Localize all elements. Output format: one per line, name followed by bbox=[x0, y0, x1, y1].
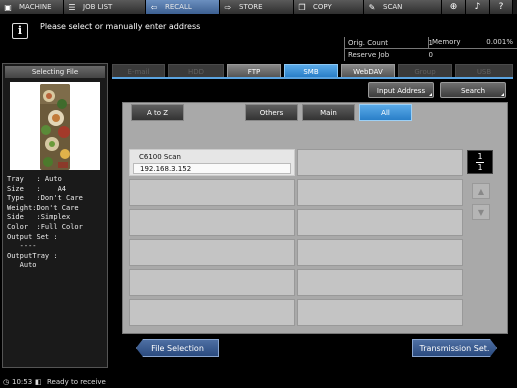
scroll-up-button[interactable]: ▲ bbox=[472, 183, 490, 199]
orig-count-label: Orig. Count bbox=[348, 38, 389, 47]
empty-address-slot bbox=[129, 179, 295, 206]
globe-icon: ⊕ bbox=[449, 2, 458, 12]
address-entry-name: C6100 Scan bbox=[139, 153, 181, 161]
nav-tab-store-label: STORE bbox=[239, 3, 263, 11]
empty-address-slot bbox=[297, 209, 463, 236]
selecting-file-title: Selecting File bbox=[5, 66, 105, 78]
nav-tab-store[interactable]: ⇨ STORE bbox=[220, 0, 294, 14]
memory-label: Memory bbox=[432, 38, 461, 46]
nav-tab-joblist-label: JOB LIST bbox=[83, 3, 113, 11]
file-properties: Tray : Auto Size : A4 Type :Don't Care W… bbox=[7, 175, 83, 270]
empty-address-slot bbox=[297, 299, 463, 326]
input-address-label: Input Address bbox=[376, 87, 426, 95]
filter-all-button[interactable]: All bbox=[359, 104, 412, 121]
help-button[interactable]: ? bbox=[490, 0, 513, 14]
fax-receive-icon: ◧ bbox=[35, 378, 42, 386]
empty-address-slot bbox=[129, 299, 295, 326]
reserve-job-value: 0 bbox=[428, 50, 433, 59]
recall-icon: ⇦ bbox=[150, 2, 158, 12]
empty-address-slot bbox=[297, 239, 463, 266]
nav-tab-joblist[interactable]: ☰ JOB LIST bbox=[64, 0, 146, 14]
nav-tab-copy[interactable]: ❐ COPY bbox=[294, 0, 364, 14]
nav-tab-scan-label: SCAN bbox=[383, 3, 403, 11]
tab-group: Group bbox=[398, 64, 452, 78]
empty-address-slot bbox=[297, 269, 463, 296]
empty-address-slot bbox=[129, 239, 295, 266]
page-current: 1 bbox=[477, 152, 483, 161]
info-icon: i bbox=[12, 23, 28, 39]
reserve-job-row: Reserve Job 0 bbox=[345, 49, 433, 60]
tab-email: E-mail bbox=[112, 64, 165, 78]
status-text: Ready to receive bbox=[47, 378, 106, 386]
volume-button[interactable]: ♪ bbox=[466, 0, 490, 14]
machine-icon: ▣ bbox=[4, 2, 12, 12]
clock-icon: ◷ bbox=[3, 378, 10, 386]
tab-underline bbox=[112, 77, 513, 79]
reserve-job-label: Reserve Job bbox=[348, 50, 390, 59]
nav-tab-scan[interactable]: ✎ SCAN bbox=[364, 0, 442, 14]
search-button[interactable]: Search bbox=[440, 82, 506, 98]
empty-address-slot bbox=[297, 179, 463, 206]
scan-icon: ✎ bbox=[368, 2, 376, 12]
page-indicator: 1 1 bbox=[467, 150, 493, 174]
file-thumbnail[interactable] bbox=[40, 84, 70, 170]
nav-tab-copy-label: COPY bbox=[313, 3, 332, 11]
web-browser-button[interactable]: ⊕ bbox=[442, 0, 466, 14]
status-bar: ◷ 10:53 ◧ Ready to receive bbox=[0, 376, 517, 388]
food-photo-image bbox=[40, 84, 70, 170]
copy-icon: ❐ bbox=[298, 2, 306, 12]
tab-usb: USB bbox=[455, 64, 513, 78]
corner-triangle-icon bbox=[429, 93, 432, 96]
status-time: 10:53 bbox=[12, 378, 33, 386]
orig-count-row: Orig. Count 1 bbox=[345, 37, 433, 48]
top-navigation-bar: ▣ MACHINE ☰ JOB LIST ⇦ RECALL ⇨ STORE ❐ … bbox=[0, 0, 517, 14]
help-icon: ? bbox=[498, 2, 504, 12]
address-entry[interactable]: C6100 Scan 192.168.3.152 bbox=[129, 149, 295, 176]
corner-triangle-icon bbox=[501, 93, 504, 96]
tab-ftp[interactable]: FTP bbox=[227, 64, 281, 78]
memory-divider bbox=[428, 37, 429, 48]
search-label: Search bbox=[460, 87, 486, 95]
a-to-z-button[interactable]: A to Z bbox=[131, 104, 184, 121]
tab-webdav[interactable]: WebDAV bbox=[341, 64, 395, 78]
address-entry-ip: 192.168.3.152 bbox=[133, 163, 291, 174]
job-list-icon: ☰ bbox=[68, 2, 76, 12]
tab-smb[interactable]: SMB bbox=[284, 64, 338, 78]
nav-tab-machine-label: MACHINE bbox=[19, 3, 52, 11]
filter-main-button[interactable]: Main bbox=[302, 104, 355, 121]
scroll-down-button[interactable]: ▼ bbox=[472, 204, 490, 220]
arrow-down-icon: ▼ bbox=[477, 208, 485, 217]
filter-others-button[interactable]: Others bbox=[245, 104, 298, 121]
page-total: 1 bbox=[477, 163, 483, 172]
file-selection-button[interactable]: File Selection bbox=[136, 339, 219, 357]
empty-address-slot bbox=[129, 209, 295, 236]
empty-address-slot bbox=[297, 149, 463, 176]
empty-address-slot bbox=[129, 269, 295, 296]
nav-tab-recall-label: RECALL bbox=[165, 3, 192, 11]
nav-tab-machine[interactable]: ▣ MACHINE bbox=[0, 0, 64, 14]
memory-value: 0.001% bbox=[486, 38, 513, 46]
arrow-up-icon: ▲ bbox=[477, 187, 485, 196]
transmission-set-button[interactable]: Transmission Set. bbox=[412, 339, 497, 357]
speaker-icon: ♪ bbox=[474, 2, 481, 12]
store-icon: ⇨ bbox=[224, 2, 232, 12]
tab-hdd: HDD bbox=[168, 64, 224, 78]
nav-tab-recall[interactable]: ⇦ RECALL bbox=[146, 0, 220, 14]
instruction-message: Please select or manually enter address bbox=[40, 22, 201, 31]
input-address-button[interactable]: Input Address bbox=[368, 82, 434, 98]
